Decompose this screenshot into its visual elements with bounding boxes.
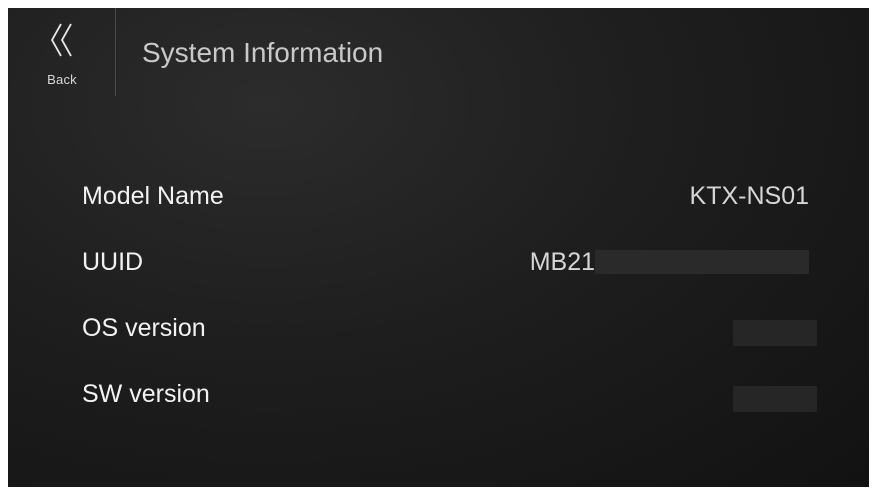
system-information-screen: Back System Information Model Name KTX-N… [8, 8, 869, 487]
header-divider [115, 8, 116, 96]
info-row-sw-version: SW version [82, 366, 817, 432]
model-name-value: KTX-NS01 [689, 182, 809, 210]
back-button[interactable]: Back [30, 16, 94, 92]
page-title: System Information [142, 37, 384, 68]
uuid-value: MB21 [530, 244, 809, 280]
sw-version-label: SW version [82, 380, 210, 408]
uuid-value-prefix: MB21 [529, 247, 595, 276]
os-version-label: OS version [82, 314, 206, 342]
header-bar: Back System Information [8, 8, 869, 96]
info-list: Model Name KTX-NS01 UUID MB21 OS version… [82, 168, 817, 432]
info-row-uuid: UUID MB21 [82, 234, 809, 300]
info-row-os-version: OS version [82, 300, 817, 366]
model-name-label: Model Name [82, 182, 224, 210]
info-row-model-name: Model Name KTX-NS01 [82, 168, 809, 234]
sw-version-redaction [733, 386, 817, 412]
double-chevron-left-icon [50, 23, 72, 57]
os-version-redaction [733, 320, 817, 346]
back-label: Back [47, 72, 77, 87]
uuid-label: UUID [82, 248, 144, 276]
uuid-redaction [595, 250, 809, 274]
